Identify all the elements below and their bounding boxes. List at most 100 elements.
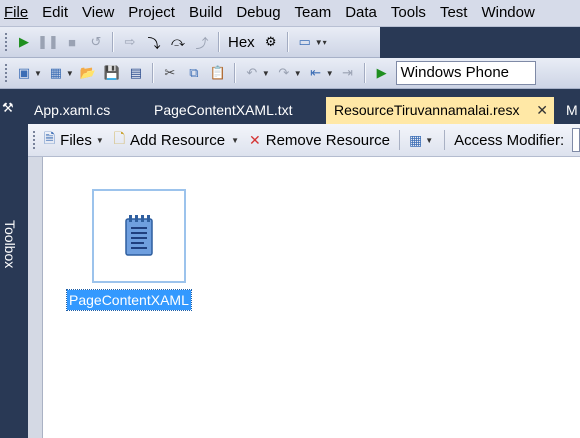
menu-team[interactable]: Team <box>288 1 339 25</box>
text-file-icon <box>125 215 153 256</box>
menu-build[interactable]: Build <box>182 1 229 25</box>
step-into-icon[interactable]: ⤵ <box>143 31 165 53</box>
navigate-forward-icon[interactable]: ⇥ <box>337 62 359 84</box>
toolbar-separator <box>363 63 366 83</box>
add-resource-label: Add Resource <box>130 131 226 149</box>
menu-debug[interactable]: Debug <box>229 1 287 25</box>
save-icon[interactable]: 💾 <box>101 62 123 84</box>
break-all-icon[interactable]: ❚❚ <box>37 31 59 53</box>
restart-icon[interactable]: ↺ <box>85 31 107 53</box>
toolbar-grip[interactable] <box>32 130 36 150</box>
chevron-down-icon: ▼ <box>425 135 434 145</box>
navigate-backward-icon[interactable]: ⇤ <box>305 62 327 84</box>
tab-app-xaml-cs[interactable]: App.xaml.cs <box>24 96 120 124</box>
menu-test[interactable]: Test <box>433 1 475 25</box>
toolbar-separator <box>233 63 236 83</box>
resource-item-label[interactable]: PageContentXAML <box>66 289 192 311</box>
menu-data-label: Data <box>345 4 377 21</box>
chevron-down-icon: ▼ <box>231 135 240 145</box>
chevron-down-icon[interactable]: ▼ <box>66 69 74 78</box>
close-icon[interactable]: ✕ <box>536 97 548 123</box>
add-item-icon[interactable]: ▦ <box>45 62 67 84</box>
menu-project[interactable]: Project <box>121 1 182 25</box>
chevron-down-icon: ▼ <box>95 135 104 145</box>
menu-edit[interactable]: Edit <box>35 1 75 25</box>
chevron-down-icon[interactable]: ▼ <box>326 69 334 78</box>
views-button[interactable]: ▦ ▼ <box>405 132 439 149</box>
menu-tools[interactable]: Tools <box>384 1 433 25</box>
menu-window[interactable]: Window <box>474 1 541 25</box>
remove-resource-button[interactable]: ✕ Remove Resource <box>245 132 394 149</box>
menu-data[interactable]: Data <box>338 1 384 25</box>
menu-view-label: View <box>82 4 115 21</box>
files-label: Files <box>60 131 92 149</box>
standard-toolbar: ▣ ▼ ▦ ▼ 📂 💾 ▤ ✂ ⧉ 📋 ↶ ▼ ↷ ▼ ⇤ ▼ ⇥ ▶ Wind… <box>0 58 580 89</box>
menu-team-label: Team <box>294 4 332 21</box>
menu-project-label: Project <box>128 4 175 21</box>
paste-icon[interactable]: 📋 <box>207 62 229 84</box>
tab-resource-resx-label: ResourceTiruvannamalai.resx <box>334 102 520 118</box>
chevron-down-icon[interactable]: ▼ <box>34 69 42 78</box>
step-over-icon[interactable]: ⤼ <box>167 31 189 53</box>
remove-resource-label: Remove Resource <box>265 131 390 149</box>
add-resource-button[interactable]: 🗋 Add Resource ▼ <box>110 128 245 152</box>
files-button[interactable]: 🗎 Files ▼ <box>40 128 110 152</box>
start-debugging-icon[interactable]: ▶ <box>371 62 393 84</box>
menu-file[interactable]: File <box>0 1 35 25</box>
toolbar-separator <box>218 32 220 52</box>
toolbar-separator <box>286 32 289 52</box>
show-next-statement-icon[interactable]: ⇨ <box>119 31 141 53</box>
toolbar-empty-area <box>380 27 580 58</box>
menu-bar: File Edit View Project Build Debug Team … <box>0 0 580 27</box>
resource-editor-toolbar: 🗎 Files ▼ 🗋 Add Resource ▼ ✕ Remove Reso… <box>28 124 580 157</box>
access-modifier-label: Access Modifier: <box>454 131 565 149</box>
tab-overflow[interactable]: M <box>556 96 580 124</box>
toolbox-tab[interactable]: Toolbox <box>2 220 18 280</box>
stop-debugging-icon[interactable]: ■ <box>61 31 83 53</box>
continue-icon[interactable]: ▶ <box>13 31 35 53</box>
save-all-icon[interactable]: ▤ <box>125 62 147 84</box>
chevron-down-icon[interactable]: ▼ <box>315 38 323 47</box>
tab-pagecontent-txt[interactable]: PageContentXAML.txt <box>144 96 303 124</box>
open-file-icon[interactable]: 📂 <box>77 62 99 84</box>
add-resource-icon: 🗋 <box>113 130 126 146</box>
menu-edit-label: Edit <box>42 4 69 21</box>
debug-toolbar: ▶ ❚❚ ■ ↺ ⇨ ⤵ ⤼ ⤴ Hex ⚙ ▭ ▼ ▾ <box>0 27 380 58</box>
target-device-combo[interactable]: Windows Phone <box>395 61 536 85</box>
document-tab-strip: App.xaml.cs PageContentXAML.txt Resource… <box>20 96 580 124</box>
access-modifier-combo[interactable] <box>572 128 580 152</box>
undo-icon[interactable]: ↶ <box>241 62 263 84</box>
toolbar-separator <box>151 63 154 83</box>
menu-tools-label: Tools <box>390 4 426 21</box>
toolbar-separator <box>398 130 400 150</box>
toolbar-separator <box>444 130 446 150</box>
toolbar-separator <box>112 32 114 52</box>
toolbox-tools-icon: ⚒ <box>2 100 14 115</box>
toolbar-overflow-icon[interactable]: ▾ <box>323 38 327 47</box>
tab-resource-resx[interactable]: ResourceTiruvannamalai.resx ✕ <box>326 97 554 124</box>
remove-icon: ✕ <box>249 131 261 148</box>
views-icon: ▦ <box>408 131 423 148</box>
resource-item-tile[interactable] <box>92 189 186 283</box>
chevron-down-icon[interactable]: ▼ <box>294 69 302 78</box>
chevron-down-icon[interactable]: ▼ <box>262 69 270 78</box>
toolbar-grip[interactable] <box>4 32 8 52</box>
menu-view[interactable]: View <box>75 1 121 25</box>
files-icon: 🗎 <box>43 130 56 146</box>
menu-debug-label: Debug <box>236 4 281 21</box>
menu-test-label: Test <box>439 4 468 21</box>
menu-file-label: File <box>4 4 29 21</box>
toolbar-grip[interactable] <box>4 63 8 83</box>
menu-window-label: Window <box>481 4 535 21</box>
toolbox-strip: ⚒ Toolbox <box>0 96 20 438</box>
breakpoints-window-icon[interactable]: ▭ <box>294 31 316 53</box>
cut-icon[interactable]: ✂ <box>159 62 181 84</box>
hex-display-button[interactable]: Hex <box>224 34 259 51</box>
copy-icon[interactable]: ⧉ <box>183 62 205 84</box>
menu-build-label: Build <box>188 4 223 21</box>
new-project-icon[interactable]: ▣ <box>13 62 35 84</box>
resource-view-area[interactable]: PageContentXAML <box>42 157 580 438</box>
step-out-icon[interactable]: ⤴ <box>191 31 213 53</box>
threads-icon[interactable]: ⚙ <box>260 31 282 53</box>
redo-icon[interactable]: ↷ <box>273 62 295 84</box>
